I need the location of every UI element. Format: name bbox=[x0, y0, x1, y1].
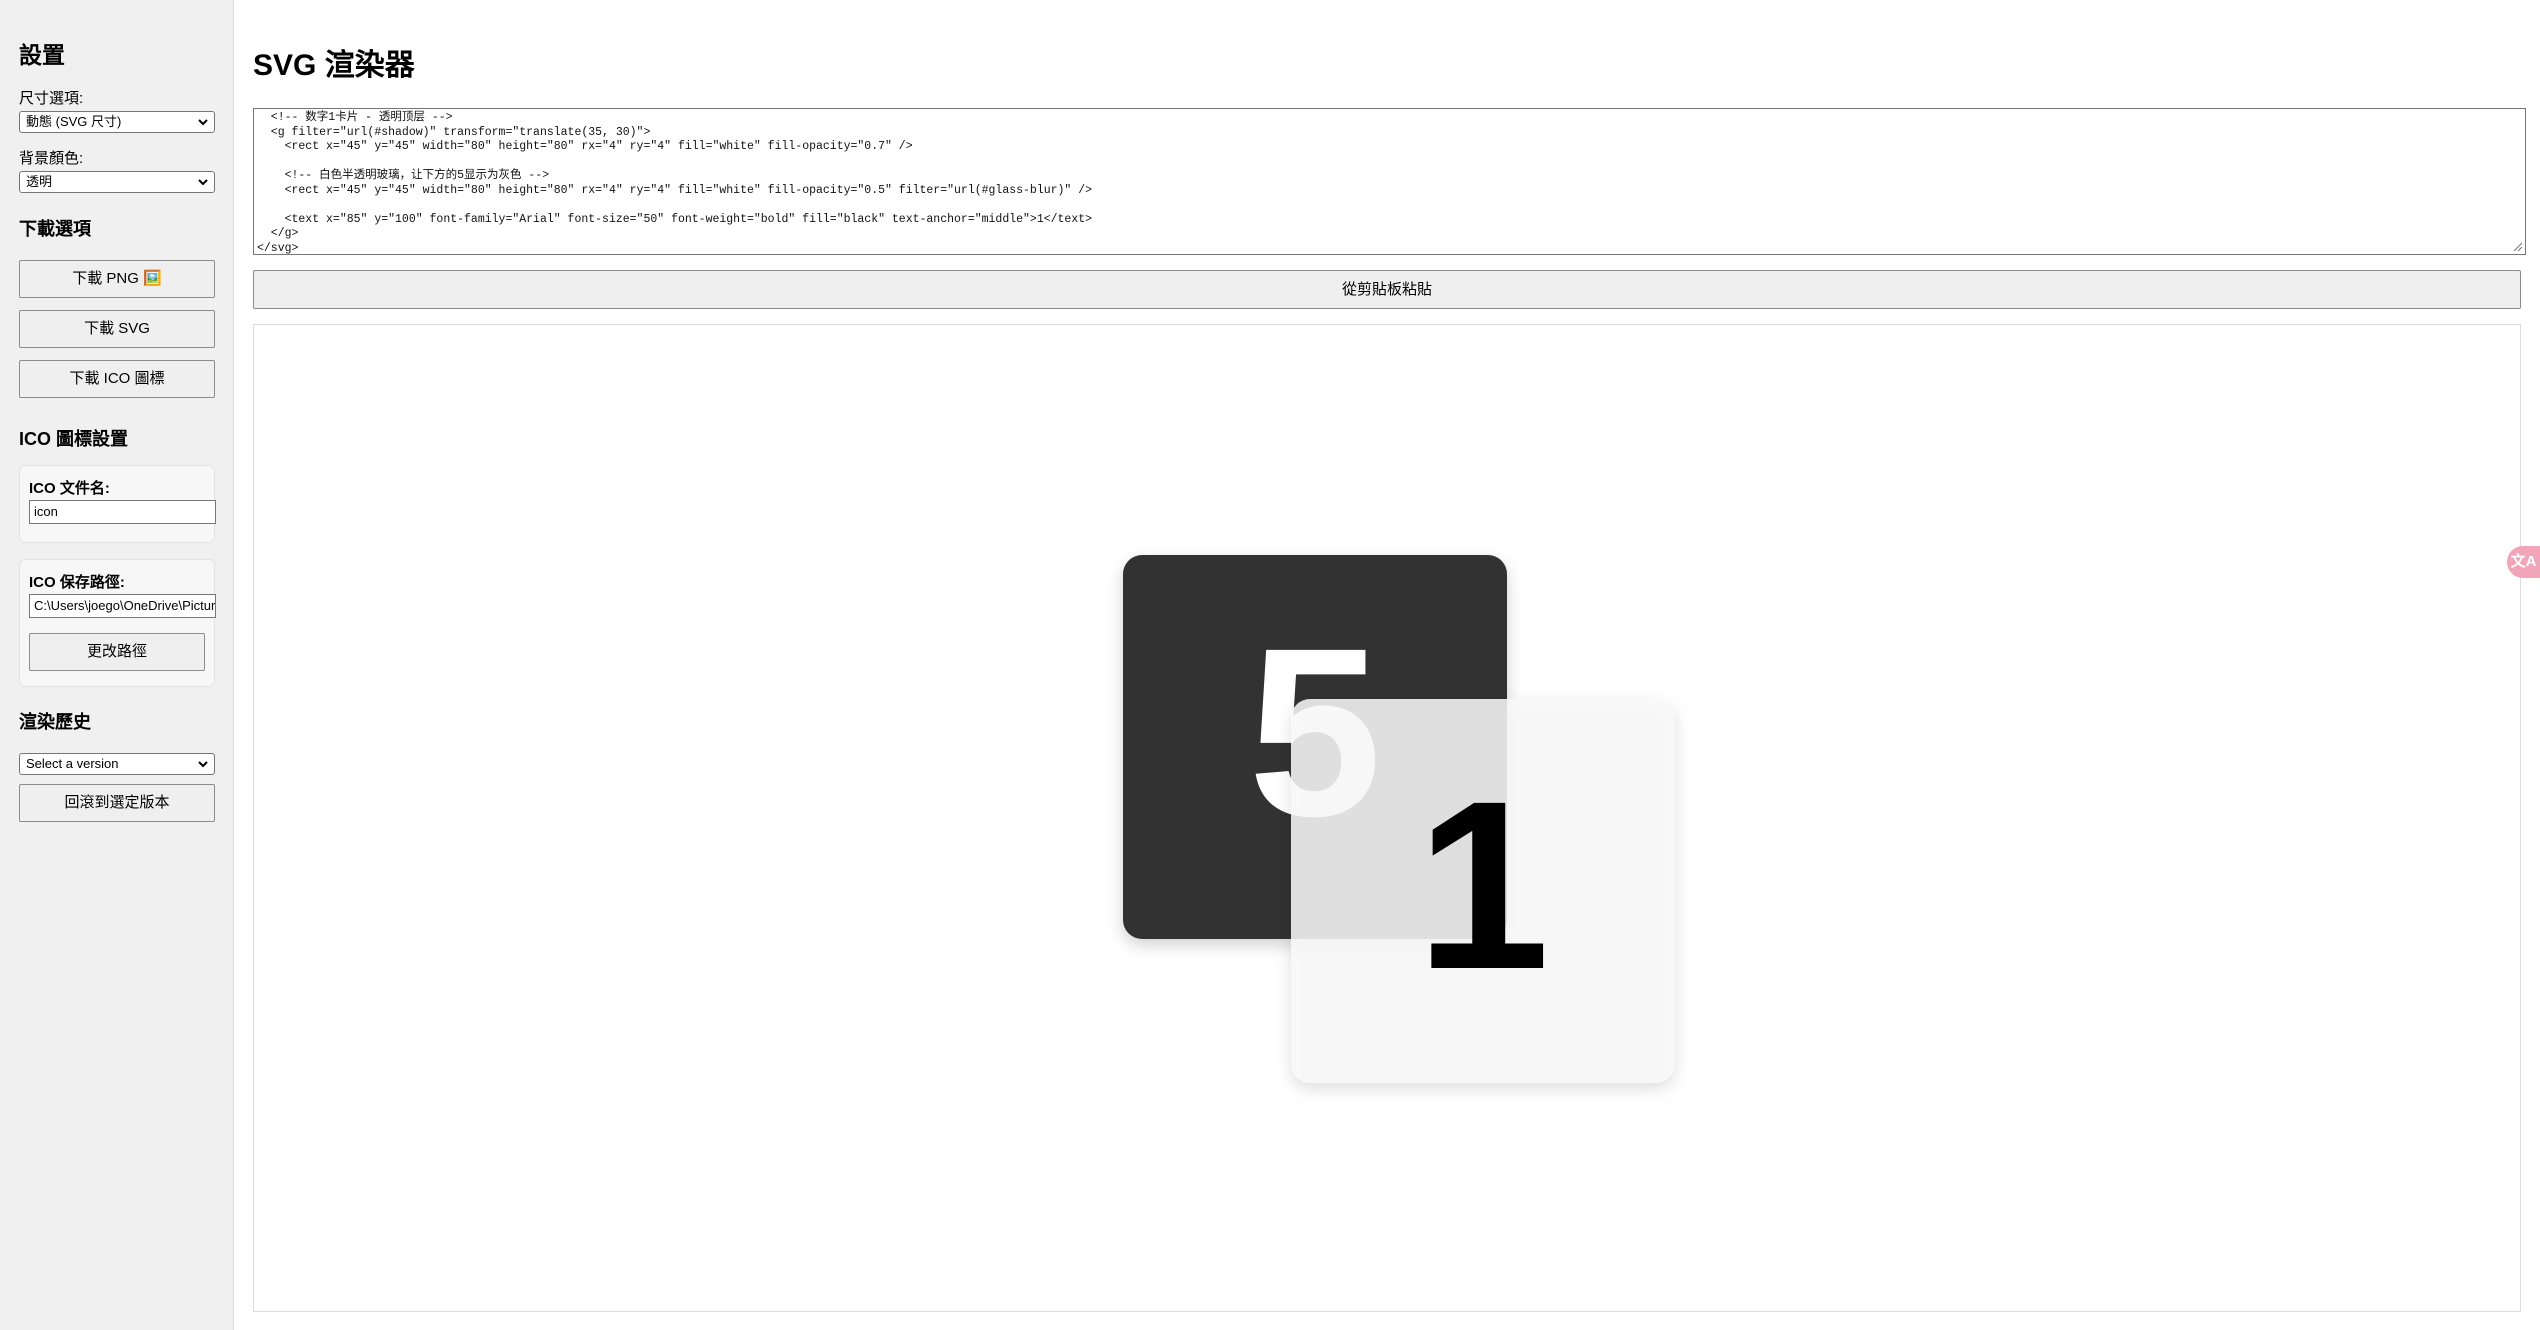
resize-grip-icon[interactable] bbox=[2513, 242, 2523, 252]
svg-code-text: <!-- 数字1卡片 - 透明顶层 --> <g filter="url(#sh… bbox=[257, 111, 1093, 255]
download-png-button[interactable]: 下載 PNG 🖼️ bbox=[19, 260, 215, 298]
size-option-label: 尺寸選項: bbox=[19, 90, 84, 107]
rollback-button[interactable]: 回滾到選定版本 bbox=[19, 784, 215, 822]
paste-from-clipboard-button[interactable]: 從剪貼板粘貼 bbox=[253, 270, 2521, 309]
chevron-down-icon bbox=[198, 761, 208, 768]
change-path-button[interactable]: 更改路徑 bbox=[29, 633, 205, 671]
front-card-digit: 1 bbox=[1416, 751, 1549, 1019]
render-history-heading: 渲染歷史 bbox=[19, 712, 91, 732]
bg-color-value: 透明 bbox=[26, 174, 53, 189]
svg-preview-area: 5 1 bbox=[253, 324, 2521, 1312]
svg-code-textarea[interactable]: <!-- 数字1卡片 - 透明顶层 --> <g filter="url(#sh… bbox=[253, 108, 2526, 255]
size-option-select[interactable]: 動態 (SVG 尺寸) bbox=[19, 111, 215, 133]
ico-filename-label: ICO 文件名: bbox=[29, 480, 110, 497]
download-svg-button[interactable]: 下載 SVG bbox=[19, 310, 215, 348]
download-options-heading: 下載選項 bbox=[19, 219, 91, 239]
svg-renderer-app: 設置 尺寸選項: 動態 (SVG 尺寸) 背景顏色: 透明 下載選項 下載 PN… bbox=[0, 0, 2540, 1330]
svg-preview-canvas: 5 1 bbox=[1123, 555, 1675, 1083]
ico-filename-section: ICO 文件名: icon bbox=[19, 465, 216, 543]
history-version-select[interactable]: Select a version bbox=[19, 753, 215, 775]
chevron-down-icon bbox=[198, 179, 208, 186]
bg-color-select[interactable]: 透明 bbox=[19, 171, 215, 193]
size-option-value: 動態 (SVG 尺寸) bbox=[26, 114, 122, 129]
chevron-down-icon bbox=[198, 119, 208, 126]
ico-path-section: ICO 保存路徑: C:\Users\joego\OneDrive\Pictur… bbox=[19, 559, 216, 687]
ico-filename-input[interactable]: icon bbox=[29, 500, 216, 524]
translate-icon[interactable]: 文A bbox=[2507, 546, 2540, 578]
history-version-value: Select a version bbox=[26, 756, 119, 771]
ico-path-label: ICO 保存路徑: bbox=[29, 574, 125, 591]
page-title: SVG 渲染器 bbox=[253, 49, 415, 82]
settings-sidebar: 設置 尺寸選項: 動態 (SVG 尺寸) 背景顏色: 透明 下載選項 下載 PN… bbox=[0, 0, 234, 1330]
bg-color-label: 背景顏色: bbox=[19, 150, 84, 167]
ico-settings-heading: ICO 圖標設置 bbox=[19, 429, 129, 449]
download-ico-button[interactable]: 下載 ICO 圖標 bbox=[19, 360, 215, 398]
sidebar-title: 設置 bbox=[19, 42, 65, 68]
ico-path-input[interactable]: C:\Users\joego\OneDrive\Pictures bbox=[29, 594, 216, 618]
